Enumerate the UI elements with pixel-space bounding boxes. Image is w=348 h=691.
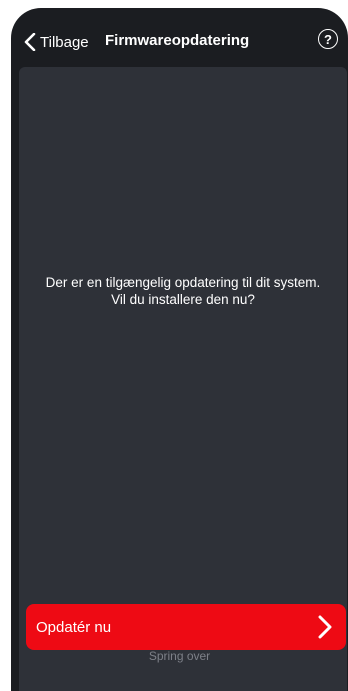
question-circle-icon: ? [324,31,332,47]
navigation-bar: Tilbage Firmwareopdatering ? [11,8,348,67]
content-panel: Der er en tilgængelig opdatering til dit… [19,67,347,691]
page-title: Firmwareopdatering [105,32,250,49]
app-screen: Tilbage Firmwareopdatering ? Der er en t… [11,8,348,691]
help-button[interactable]: ? [318,29,338,49]
skip-button[interactable]: Spring over [11,649,348,663]
chevron-right-icon [318,615,332,639]
update-message-line-2: Vil du installere den nu? [111,292,255,307]
update-message: Der er en tilgængelig opdatering til dit… [19,274,347,308]
update-now-label: Opdatér nu [36,618,112,636]
update-now-button[interactable]: Opdatér nu [26,604,346,650]
back-button[interactable]: Tilbage [24,31,89,53]
chevron-left-icon [24,33,36,51]
back-label: Tilbage [40,33,89,51]
update-message-line-1: Der er en tilgængelig opdatering til dit… [45,275,321,290]
